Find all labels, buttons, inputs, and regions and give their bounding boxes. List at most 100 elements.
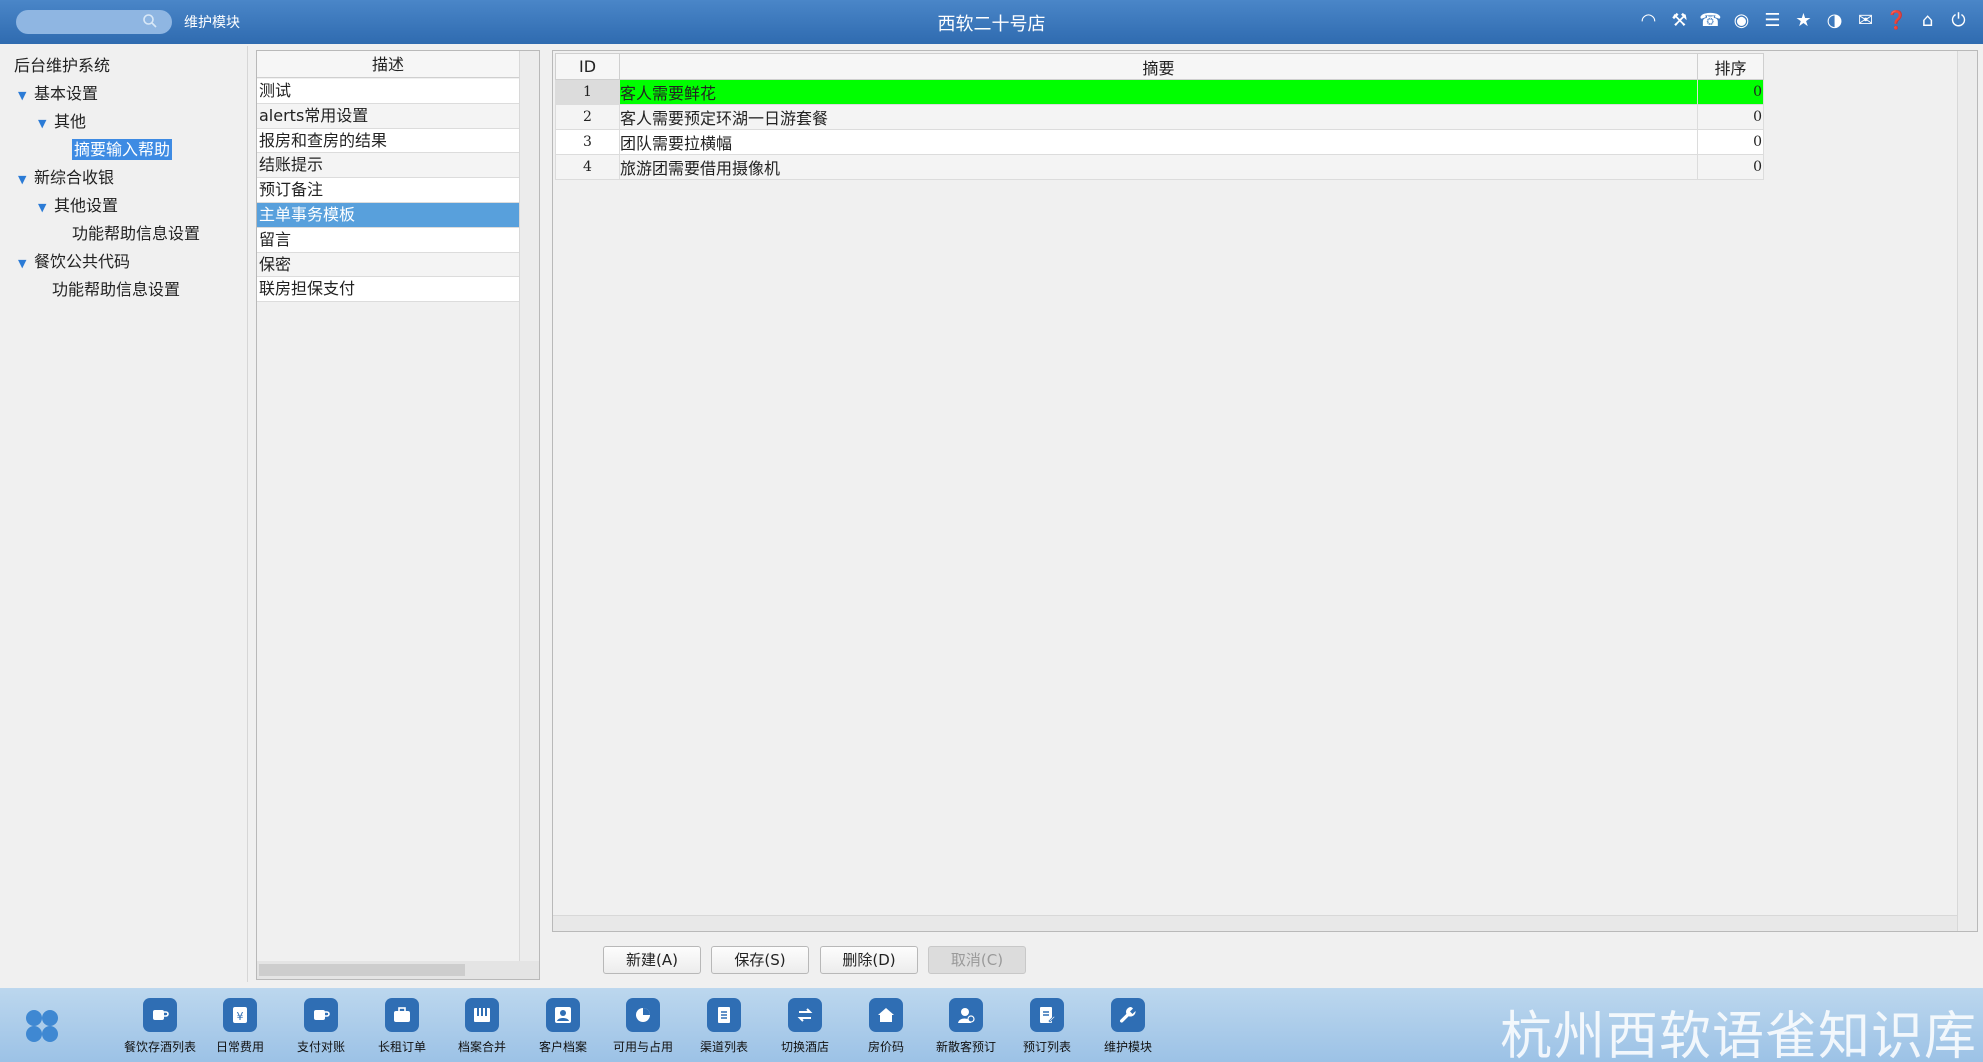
star-icon[interactable]: ★	[1793, 10, 1814, 31]
briefcase-icon	[385, 998, 419, 1032]
list-item[interactable]: 预订备注	[257, 178, 519, 203]
nav-tree: 后台维护系统 ▼ 基本设置 ▼ 其他 摘要输入帮助 ▼ 新综合收银 ▼ 其他设置 功能帮…	[2, 46, 248, 1020]
power-icon[interactable]: ⏻	[1948, 10, 1969, 31]
tree-node-func-help-2[interactable]: 功能帮助信息设置	[52, 278, 180, 302]
dock-item-availability[interactable]: 可用与占用	[603, 998, 683, 1055]
phone-icon[interactable]: ☎	[1699, 10, 1721, 31]
cell-sort[interactable]: 0	[1697, 129, 1764, 155]
dock-item-maintenance[interactable]: 维护模块	[1088, 998, 1168, 1055]
list-item[interactable]: alerts常用设置	[257, 103, 519, 129]
dock-item-label: 客户档案	[538, 1040, 587, 1054]
save-button[interactable]: 保存(S)	[711, 946, 809, 974]
dock-item-wine-storage[interactable]: 餐饮存酒列表	[120, 998, 200, 1055]
vertical-scrollbar[interactable]	[519, 51, 539, 961]
tree-root[interactable]: 后台维护系统	[14, 54, 110, 78]
tree-node-label: 其他设置	[54, 196, 119, 215]
cup-icon	[143, 998, 177, 1032]
tree-node-label: 功能帮助信息设置	[72, 224, 201, 243]
description-list: 测试 alerts常用设置 报房和查房的结果 结账提示 预订备注 主单事务模板 …	[257, 79, 519, 303]
dock-item-daily-expenses[interactable]: ¥ 日常费用	[200, 998, 280, 1055]
cell-id[interactable]: 2	[555, 104, 620, 130]
new-button[interactable]: 新建(A)	[603, 946, 701, 974]
tree-node-label: 餐饮公共代码	[34, 252, 131, 271]
help-icon[interactable]: ❓	[1885, 10, 1907, 31]
column-header-id[interactable]: ID	[555, 53, 620, 80]
tree-node-catering[interactable]: ▼ 餐饮公共代码	[18, 250, 130, 274]
list-item[interactable]: 报房和查房的结果	[257, 128, 519, 154]
top-toolbar: ◠ ⚒ ☎ ◉ ☰ ★ ◑ ✉ ❓ ⌂ ⏻	[1638, 10, 1969, 31]
dock-item-label: 维护模块	[1103, 1040, 1152, 1054]
dock-item-new-walkin-booking[interactable]: 新散客预订	[926, 998, 1006, 1055]
dock-item-switch-hotel[interactable]: 切换酒店	[765, 998, 845, 1055]
wifi-icon[interactable]: ◠	[1638, 10, 1659, 31]
cell-summary[interactable]: 旅游团需要借用摄像机	[619, 154, 1698, 180]
cancel-button[interactable]: 取消(C)	[928, 946, 1026, 974]
cell-id[interactable]: 1	[555, 79, 620, 105]
yen-icon: ¥	[223, 998, 257, 1032]
vertical-scrollbar[interactable]	[1957, 51, 1977, 931]
tree-node-label: 其他	[54, 112, 87, 131]
tools-icon[interactable]: ⚒	[1669, 10, 1690, 31]
contrast-icon[interactable]: ◑	[1824, 10, 1845, 31]
list-item[interactable]: 留言	[257, 227, 519, 253]
horizontal-scrollbar[interactable]	[257, 961, 539, 979]
tree-node-func-help-1[interactable]: 功能帮助信息设置	[72, 222, 200, 246]
dock-item-booking-list[interactable]: 预订列表	[1007, 998, 1087, 1055]
column-header-description[interactable]: 描述	[257, 51, 519, 78]
cell-sort[interactable]: 0	[1697, 154, 1764, 180]
expand-arrow-icon[interactable]: ▼	[18, 168, 34, 192]
expand-arrow-icon[interactable]: ▼	[18, 252, 34, 276]
app-logo-icon[interactable]	[22, 1006, 62, 1046]
cell-sort[interactable]: 0	[1697, 79, 1764, 105]
bottom-dock: 餐饮存酒列表 ¥ 日常费用 支付对账 长租订单 档案合并 客户档案 可用与占用	[0, 988, 1983, 1062]
table-row[interactable]: 1 客人需要鲜花 0	[555, 79, 1764, 105]
dock-item-rate-code[interactable]: 房价码	[846, 998, 926, 1055]
cell-summary[interactable]: 客人需要鲜花	[619, 79, 1698, 105]
list-item[interactable]: 保密	[257, 252, 519, 278]
cell-summary[interactable]: 客人需要预定环湖一日游套餐	[619, 104, 1698, 130]
column-header-summary[interactable]: 摘要	[619, 53, 1698, 80]
mail-icon[interactable]: ✉	[1855, 10, 1876, 31]
watermark: 杭州西软语雀知识库	[1499, 1007, 1977, 1062]
horizontal-scrollbar[interactable]	[553, 915, 1957, 931]
list-item[interactable]: 联房担保支付	[257, 277, 519, 303]
cell-id[interactable]: 3	[555, 129, 620, 155]
list-item[interactable]: 结账提示	[257, 153, 519, 179]
cup-icon	[304, 998, 338, 1032]
summary-table: ID 摘要 排序 1 客人需要鲜花 0 2 客人需要预定环湖一日游套餐 0 3 …	[555, 53, 1764, 180]
table-row[interactable]: 2 客人需要预定环湖一日游套餐 0	[555, 104, 1764, 130]
expand-arrow-icon[interactable]: ▼	[38, 112, 54, 136]
cell-summary[interactable]: 团队需要拉横幅	[619, 129, 1698, 155]
palette-icon[interactable]: ◉	[1731, 10, 1752, 31]
list-item[interactable]: 测试	[257, 79, 519, 104]
wrench-icon	[1111, 998, 1145, 1032]
tree-node-summary-help[interactable]: 摘要输入帮助	[72, 138, 173, 162]
dock-item-label: 档案合并	[457, 1040, 506, 1054]
tree-node-other-settings[interactable]: ▼ 其他设置	[38, 194, 118, 218]
expand-arrow-icon[interactable]: ▼	[18, 84, 34, 108]
column-header-sort[interactable]: 排序	[1697, 53, 1764, 80]
tree-node-cashier[interactable]: ▼ 新综合收银	[18, 166, 114, 190]
tree-node-label: 基本设置	[34, 84, 99, 103]
scrollbar-thumb[interactable]	[259, 964, 465, 976]
dock-item-profile-merge[interactable]: 档案合并	[442, 998, 522, 1055]
tree-node-basic-settings[interactable]: ▼ 基本设置	[18, 82, 98, 106]
cell-id[interactable]: 4	[555, 154, 620, 180]
dock-item-channel-list[interactable]: 渠道列表	[684, 998, 764, 1055]
menu-icon[interactable]: ☰	[1762, 10, 1783, 31]
delete-button[interactable]: 删除(D)	[820, 946, 918, 974]
home-icon[interactable]: ⌂	[1917, 10, 1938, 31]
cell-sort[interactable]: 0	[1697, 104, 1764, 130]
dock-item-long-stay[interactable]: 长租订单	[362, 998, 442, 1055]
table-row[interactable]: 4 旅游团需要借用摄像机 0	[555, 154, 1764, 180]
tree-node-other[interactable]: ▼ 其他	[38, 110, 86, 134]
expand-arrow-icon[interactable]: ▼	[38, 196, 54, 220]
pie-chart-icon	[626, 998, 660, 1032]
piano-icon	[465, 998, 499, 1032]
dock-item-customer-profile[interactable]: 客户档案	[523, 998, 603, 1055]
list-item-selected[interactable]: 主单事务模板	[257, 202, 519, 228]
dock-item-payment-reconcile[interactable]: 支付对账	[281, 998, 361, 1055]
table-row[interactable]: 3 团队需要拉横幅 0	[555, 129, 1764, 155]
dock-item-label: 日常费用	[215, 1040, 264, 1054]
person-card-icon	[546, 998, 580, 1032]
